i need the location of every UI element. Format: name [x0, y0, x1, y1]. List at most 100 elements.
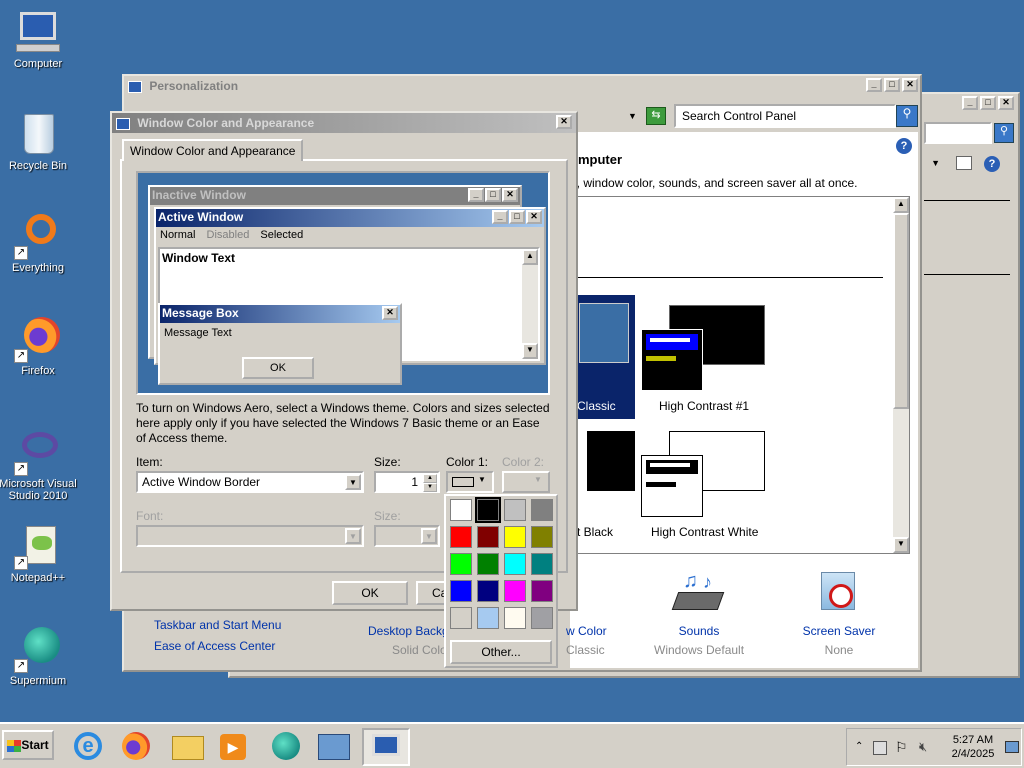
flag-icon[interactable]: ⚐ — [895, 739, 908, 756]
color1-swatch — [452, 477, 474, 487]
theme-classic[interactable]: Classic — [571, 295, 635, 419]
search-input[interactable]: Search Control Panel — [674, 104, 896, 128]
color-swatch[interactable] — [504, 580, 526, 602]
font-size-select[interactable]: ▼ — [374, 525, 440, 547]
spin-up-icon[interactable]: ▲ — [423, 474, 437, 483]
search-icon[interactable]: ⚲ — [896, 105, 918, 127]
close-button[interactable]: ✕ — [998, 96, 1014, 110]
item-select[interactable]: Active Window Border ▼ — [136, 471, 364, 493]
theme-thumbnail-front — [641, 455, 703, 517]
other-color-button[interactable]: Other... — [450, 640, 552, 664]
item-window-color[interactable]: w Color Classic — [566, 624, 646, 657]
color-swatch[interactable] — [450, 607, 472, 629]
supermium-icon[interactable] — [268, 730, 304, 764]
size-value: 1 — [411, 475, 418, 489]
minimize-icon: _ — [492, 210, 508, 224]
scroll-down-button[interactable]: ▼ — [893, 537, 909, 553]
chevron-down-icon[interactable]: ▼ — [345, 474, 361, 490]
show-desktop-icon[interactable] — [1005, 741, 1019, 753]
color-swatch[interactable] — [477, 553, 499, 575]
spin-down-icon[interactable]: ▼ — [423, 483, 437, 492]
color-swatch[interactable] — [504, 553, 526, 575]
clock-date: 2/4/2025 — [951, 748, 995, 760]
desktop-icon-visual-studio[interactable]: ↗ Microsoft Visual Studio 2010 — [0, 428, 78, 502]
color-swatch[interactable] — [504, 526, 526, 548]
color-swatch[interactable] — [477, 580, 499, 602]
file-explorer-icon[interactable] — [170, 730, 206, 764]
minimize-button[interactable]: _ — [866, 78, 882, 92]
link-taskbar-start-menu[interactable]: Taskbar and Start Menu — [154, 618, 281, 632]
item-desktop-background[interactable]: Desktop Backgro Solid Color — [368, 624, 459, 657]
chevron-down-icon[interactable]: ▼ — [345, 528, 361, 544]
clock[interactable]: 5:27 AM 2/4/2025 — [945, 733, 1001, 761]
desktop-icon-everything[interactable]: ↗ Everything — [0, 212, 78, 274]
item-label: Sounds — [678, 624, 720, 638]
preview-inactive-title: Inactive Window — [152, 188, 246, 202]
chevron-down-icon[interactable]: ▼ — [421, 528, 437, 544]
theme-high-contrast-1[interactable]: High Contrast #1 — [641, 295, 771, 419]
maximize-button[interactable]: □ — [884, 78, 900, 92]
theme-high-contrast-white[interactable]: High Contrast White — [641, 431, 771, 541]
color-swatch[interactable] — [450, 553, 472, 575]
color-swatch[interactable] — [475, 497, 501, 523]
clock-time: 5:27 AM — [952, 734, 994, 746]
firefox-icon[interactable] — [118, 730, 154, 764]
font-select[interactable]: ▼ — [136, 525, 364, 547]
tray-expand-icon[interactable]: ⌃ — [855, 741, 863, 752]
scroll-up-button[interactable]: ▲ — [893, 197, 909, 213]
color-swatch[interactable] — [450, 580, 472, 602]
color1-button[interactable]: ▼ — [446, 471, 494, 493]
media-player-icon[interactable]: ▶ — [216, 730, 252, 764]
item-screen-saver[interactable]: Screen Saver None — [794, 570, 884, 657]
desktop-icon-notepadpp[interactable]: ↗ Notepad++ — [0, 522, 78, 584]
item-value: None — [824, 643, 854, 657]
network-icon[interactable] — [873, 741, 887, 755]
color-swatch[interactable] — [504, 607, 526, 629]
color-swatch[interactable] — [477, 607, 499, 629]
personalization-task-icon[interactable] — [362, 728, 410, 766]
scroll-thumb[interactable] — [893, 213, 909, 409]
pane-icon[interactable] — [956, 156, 972, 170]
shortcut-arrow-icon: ↗ — [14, 246, 28, 260]
color-swatch[interactable] — [531, 499, 553, 521]
desktop-icon-recycle-bin[interactable]: Recycle Bin — [0, 110, 78, 172]
tab-window-color[interactable]: Window Color and Appearance — [122, 139, 304, 161]
color-swatch[interactable] — [477, 526, 499, 548]
internet-explorer-icon[interactable]: e — [70, 730, 106, 764]
color-swatch[interactable] — [504, 499, 526, 521]
minimize-button[interactable]: _ — [962, 96, 978, 110]
background-search-input[interactable] — [924, 122, 992, 144]
close-button[interactable]: ✕ — [556, 115, 572, 129]
dropdown-arrow-icon[interactable]: ▼ — [931, 158, 940, 168]
desktop-icon-computer[interactable]: Computer — [0, 8, 78, 70]
close-icon: ✕ — [382, 306, 398, 320]
search-icon[interactable]: ⚲ — [994, 123, 1014, 143]
volume-muted-icon[interactable]: 🔇︎ — [919, 739, 927, 755]
start-button[interactable]: Start — [2, 730, 54, 760]
color-swatch[interactable] — [531, 553, 553, 575]
close-button[interactable]: ✕ — [902, 78, 918, 92]
divider — [571, 277, 883, 278]
desktop-icon-supermium[interactable]: ↗ Supermium — [0, 625, 78, 687]
size-spinner[interactable]: 1 ▲ ▼ — [374, 471, 440, 493]
color-swatch[interactable] — [531, 526, 553, 548]
refresh-icon[interactable]: ⇆ — [646, 107, 666, 125]
color-swatch[interactable] — [450, 526, 472, 548]
color-swatch[interactable] — [531, 607, 553, 629]
link-ease-of-access[interactable]: Ease of Access Center — [154, 639, 275, 653]
address-dropdown-arrow-icon[interactable]: ▼ — [628, 111, 637, 121]
color-swatch[interactable] — [531, 580, 553, 602]
ok-button[interactable]: OK — [332, 581, 408, 605]
maximize-button[interactable]: □ — [980, 96, 996, 110]
control-panel-icon[interactable] — [316, 730, 352, 764]
desktop-icon-firefox[interactable]: ↗ Firefox — [0, 315, 78, 377]
help-icon[interactable]: ? — [896, 138, 912, 154]
item-sounds[interactable]: ♫ ♪ Sounds Windows Default — [654, 570, 744, 657]
page-subheading: d, window color, sounds, and screen save… — [570, 176, 858, 190]
help-icon[interactable]: ? — [984, 156, 1000, 172]
color2-button[interactable]: ▼ — [502, 471, 550, 493]
themes-scrollbar[interactable]: ▲ ▼ — [893, 197, 909, 553]
theme-high-contrast-black[interactable]: st Black — [571, 431, 635, 541]
maximize-icon: □ — [509, 210, 525, 224]
color-swatch[interactable] — [450, 499, 472, 521]
